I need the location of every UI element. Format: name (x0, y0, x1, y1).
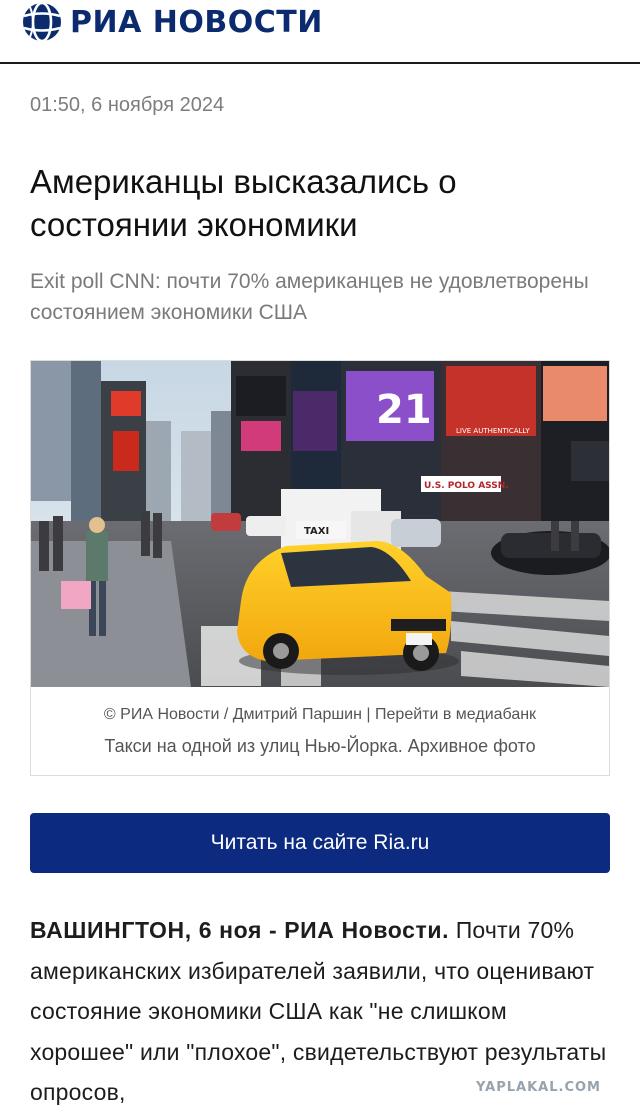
article-title: Американцы высказались о состоянии эконо… (30, 163, 457, 243)
billboard-ad-text: LIVE AUTHENTICALLY (456, 427, 530, 435)
article-subtitle: Exit poll CNN: почти 70% американцев не … (30, 270, 589, 324)
store-sign: U.S. POLO ASSN. (424, 481, 509, 491)
site-logo[interactable]: РИА НОВОСТИ (22, 2, 323, 42)
photo-credit: © РИА Новости / Дмитрий Паршин | Перейти… (31, 706, 609, 724)
taxi-roof-sign: TAXI (304, 526, 329, 537)
site-header: РИА НОВОСТИ (0, 0, 640, 64)
billboard-number: 21 (376, 387, 432, 433)
watermark: YAPLAKAL.COM (470, 1078, 607, 1097)
read-on-site-button[interactable]: Читать на сайте Ria.ru (30, 813, 610, 873)
photo-caption: Такси на одной из улиц Нью-Йорка. Архивн… (104, 736, 536, 756)
article-photo[interactable]: 21 LIVE AUTHENTICALLY U.S. POLO ASSN. TA… (31, 361, 609, 687)
lead-dateline: ВАШИНГТОН, 6 ноя - РИА Новости. (30, 917, 450, 943)
lead-text: Почти 70% американских избирателей заяви… (30, 917, 607, 1105)
publish-date: 01:50, 6 ноября 2024 (30, 94, 225, 116)
mediabank-link[interactable]: Перейти в медиабанк (375, 706, 536, 723)
article-photo-card: 21 LIVE AUTHENTICALLY U.S. POLO ASSN. TA… (30, 360, 610, 776)
globe-icon (23, 2, 61, 42)
logo-text: РИА НОВОСТИ (70, 4, 323, 40)
credit-separator: | (366, 706, 371, 723)
photo-author: © РИА Новости / Дмитрий Паршин (103, 706, 362, 723)
